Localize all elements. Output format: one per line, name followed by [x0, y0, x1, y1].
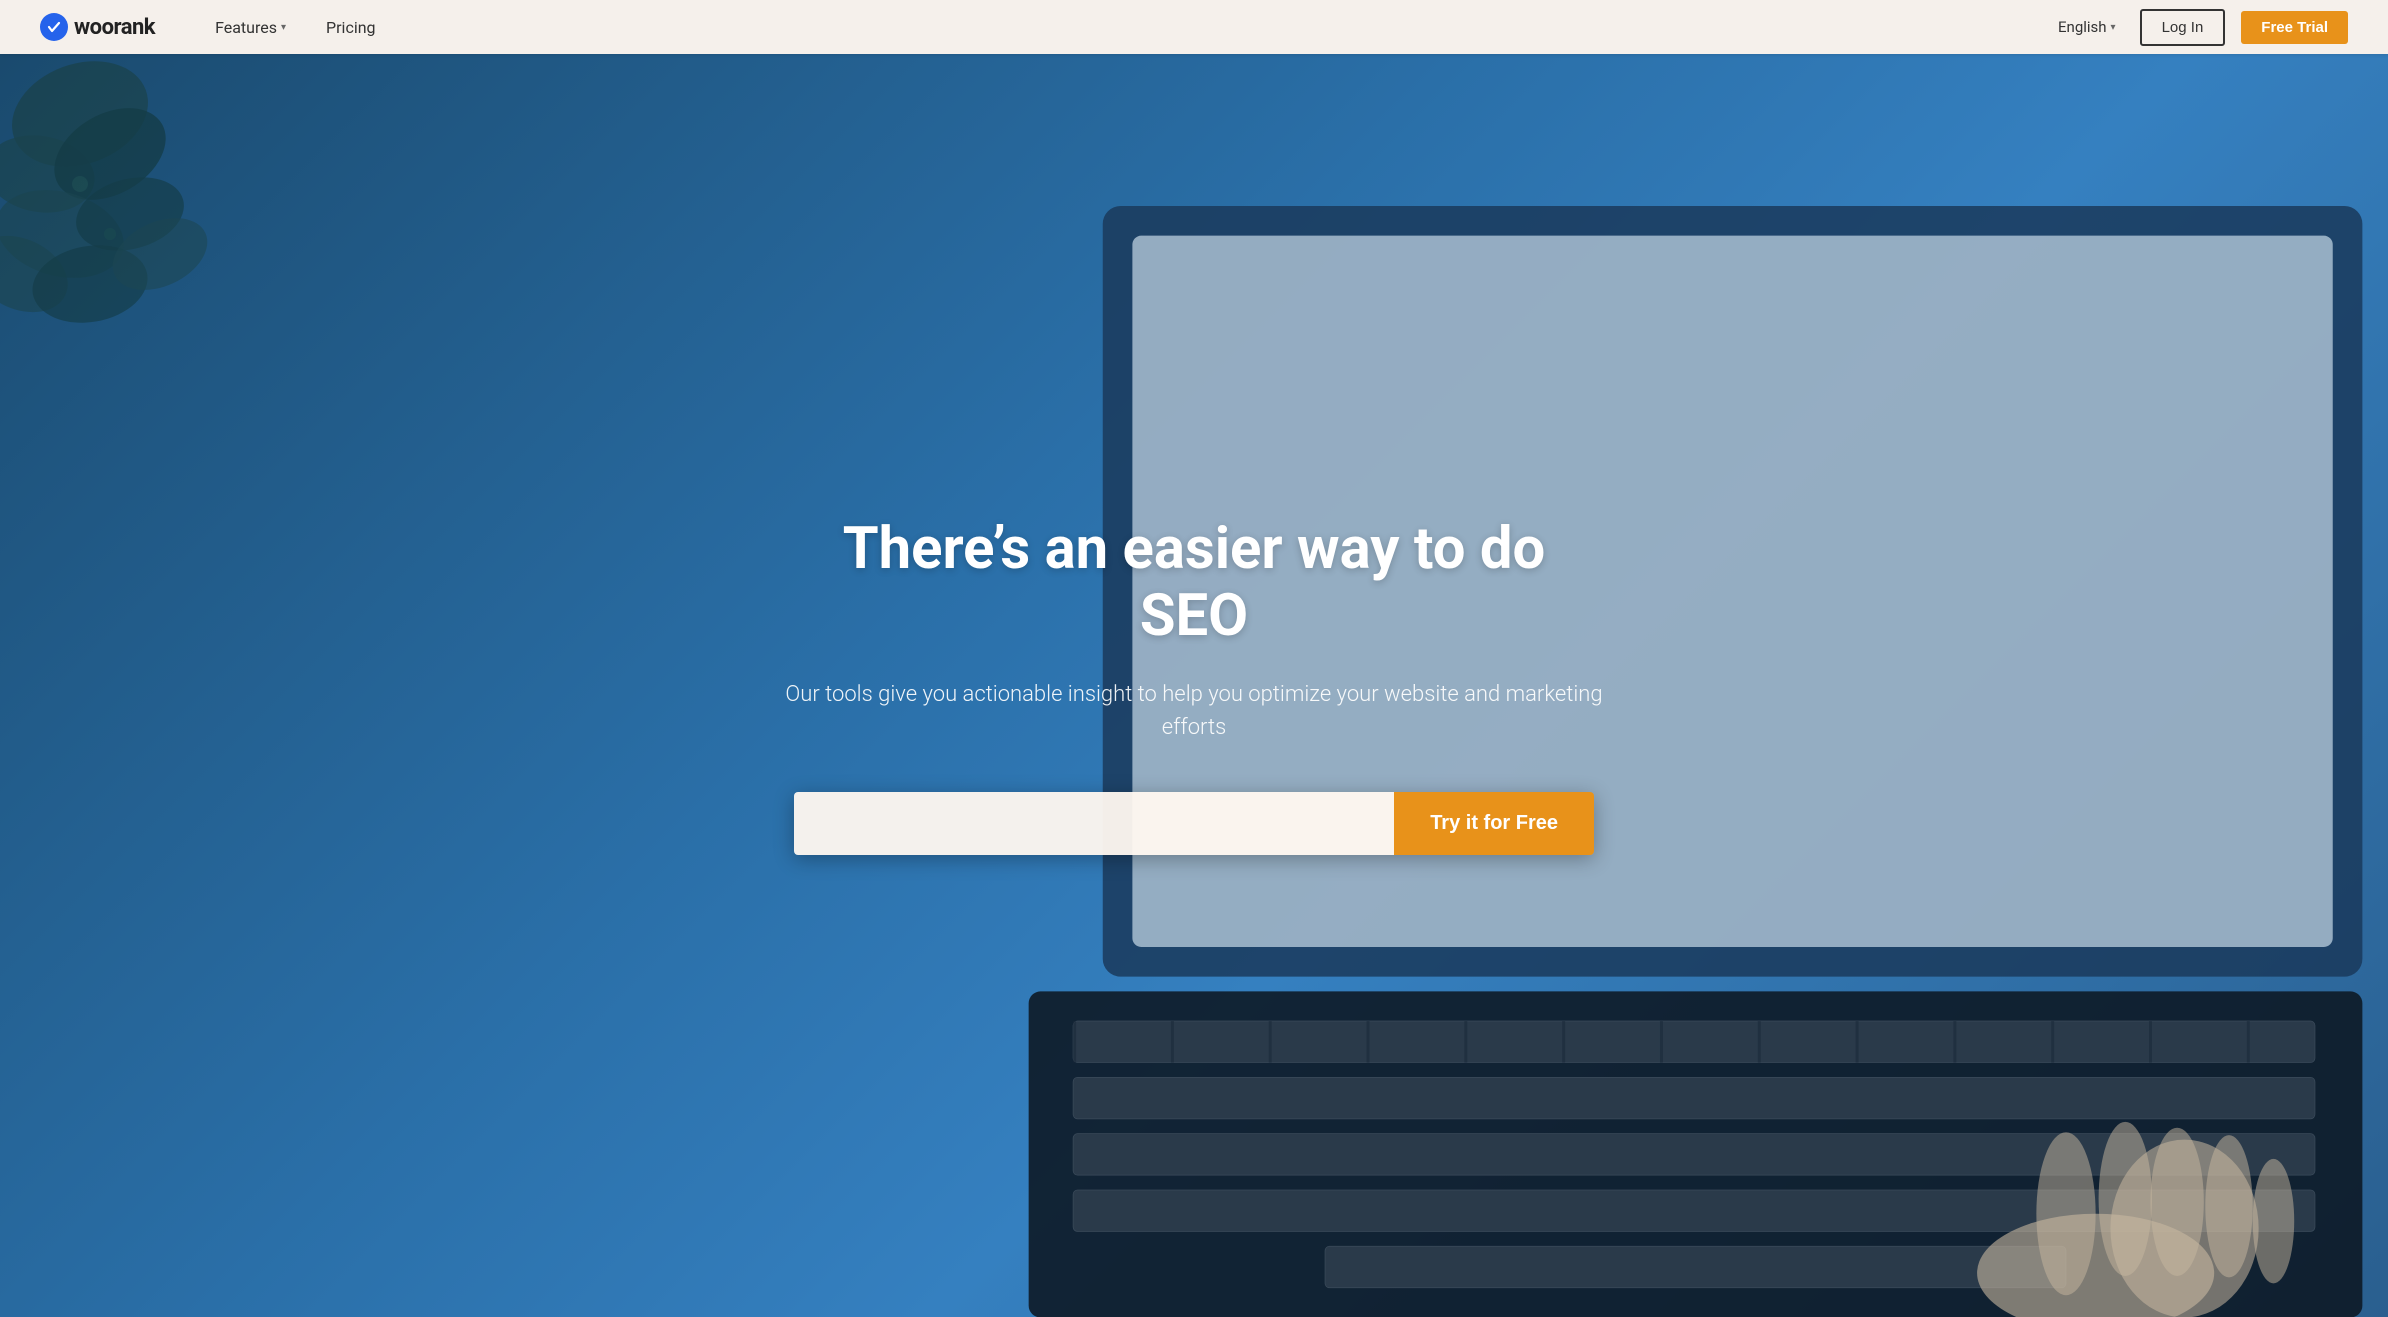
- hero-title: There’s an easier way to do SEO: [784, 516, 1604, 649]
- language-chevron-icon: ▾: [2111, 22, 2116, 33]
- try-it-free-button[interactable]: Try it for Free: [1394, 792, 1594, 855]
- hero-content: There’s an easier way to do SEO Our tool…: [744, 516, 1644, 854]
- hero-section: There’s an easier way to do SEO Our tool…: [0, 54, 2388, 1317]
- search-bar: Try it for Free: [794, 792, 1594, 855]
- nav-links: Features ▾ Pricing: [195, 0, 2050, 54]
- navbar: woorank Features ▾ Pricing English ▾ Log…: [0, 0, 2388, 54]
- woorank-logo: woorank: [40, 13, 155, 41]
- features-label: Features: [215, 18, 277, 37]
- language-selector[interactable]: English ▾: [2050, 12, 2124, 42]
- nav-pricing[interactable]: Pricing: [306, 0, 396, 54]
- hero-subtitle: Our tools give you actionable insight to…: [784, 678, 1604, 744]
- language-label: English: [2058, 18, 2107, 36]
- pricing-label: Pricing: [326, 18, 376, 37]
- nav-features[interactable]: Features ▾: [195, 0, 306, 54]
- features-chevron-icon: ▾: [281, 22, 286, 33]
- brand-logo-link[interactable]: woorank: [40, 13, 155, 41]
- website-search-input[interactable]: [794, 792, 1394, 855]
- logo-icon: [40, 13, 68, 41]
- plant-decoration: [0, 54, 260, 354]
- nav-right: English ▾ Log In Free Trial: [2050, 9, 2348, 46]
- logo-text: woorank: [74, 15, 155, 40]
- login-button[interactable]: Log In: [2140, 9, 2226, 46]
- free-trial-button[interactable]: Free Trial: [2241, 11, 2348, 44]
